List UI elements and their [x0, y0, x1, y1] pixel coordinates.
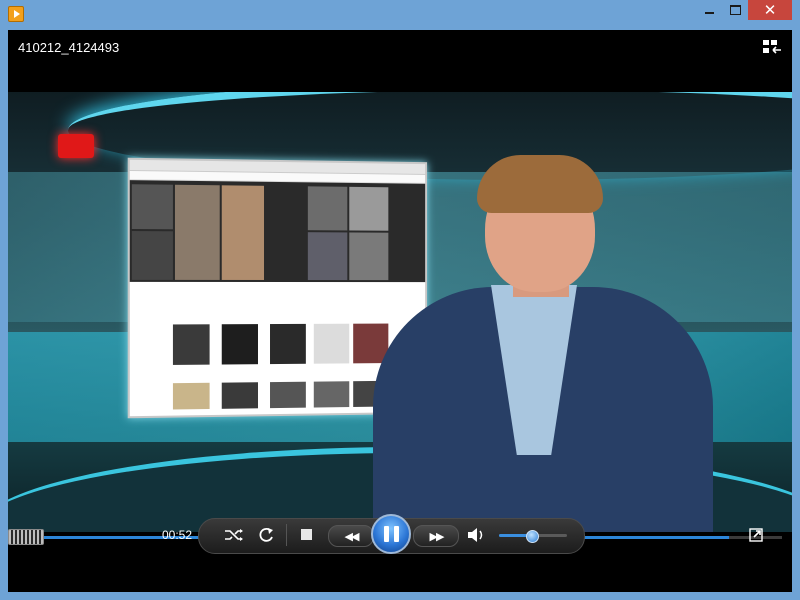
previous-button[interactable]: ◀◀ — [328, 525, 374, 547]
minimize-icon — [705, 12, 714, 14]
close-icon: ✕ — [764, 1, 777, 19]
close-button[interactable]: ✕ — [748, 0, 792, 20]
playback-time: 00:52 — [162, 528, 192, 542]
speaker-icon[interactable] — [466, 526, 486, 544]
media-player-icon — [8, 6, 24, 22]
window-frame-left — [0, 30, 8, 600]
window-frame-right — [792, 30, 800, 600]
next-icon: ▶▶ — [430, 530, 443, 543]
visualization-mode-icon[interactable] — [8, 529, 44, 545]
maximize-icon — [730, 5, 741, 15]
pause-button[interactable] — [371, 514, 411, 554]
controls-separator — [286, 524, 287, 546]
switch-to-library-icon[interactable] — [762, 38, 782, 56]
stop-icon — [301, 529, 312, 540]
minimize-button[interactable] — [696, 0, 722, 20]
video-title: 410212_4124493 — [18, 40, 119, 55]
window-titlebar[interactable]: ✕ — [0, 0, 800, 30]
repeat-icon[interactable] — [256, 526, 276, 544]
player-area: 410212_4124493 — [8, 30, 792, 592]
previous-icon: ◀◀ — [345, 530, 358, 543]
video-frame[interactable] — [8, 92, 792, 532]
volume-slider[interactable] — [499, 534, 567, 537]
presenter — [373, 137, 713, 532]
studio-red-light — [58, 134, 94, 158]
window-frame-bottom — [0, 592, 800, 600]
shuffle-icon[interactable] — [223, 526, 245, 544]
stop-button[interactable] — [299, 527, 313, 541]
volume-slider-handle[interactable] — [526, 530, 539, 543]
presenter-hair — [477, 155, 603, 213]
maximize-button[interactable] — [722, 0, 748, 20]
next-button[interactable]: ▶▶ — [413, 525, 459, 547]
pause-icon — [384, 526, 399, 542]
fullscreen-icon[interactable] — [749, 528, 763, 542]
